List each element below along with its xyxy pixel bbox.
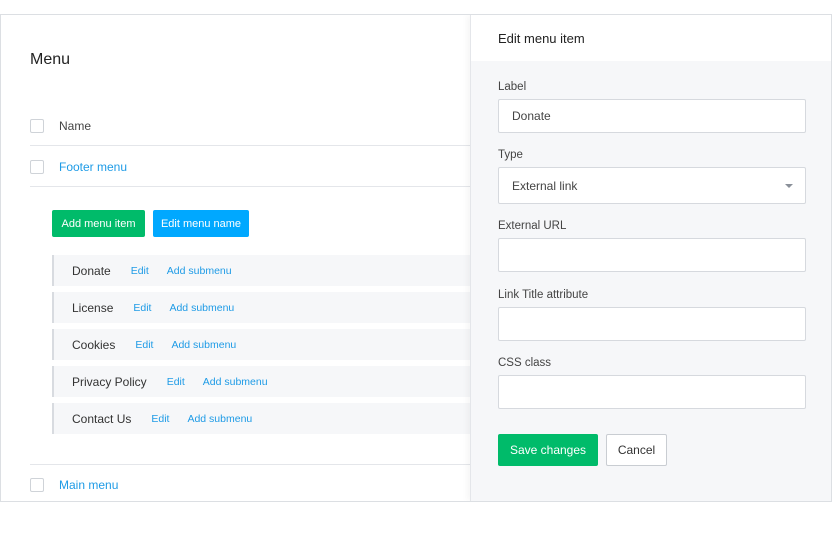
add-submenu-link[interactable]: Add submenu bbox=[187, 413, 252, 425]
link-title-field-label: Link Title attribute bbox=[498, 289, 589, 301]
save-changes-button[interactable]: Save changes bbox=[498, 434, 598, 466]
edit-link[interactable]: Edit bbox=[133, 302, 151, 314]
edit-link[interactable]: Edit bbox=[135, 339, 153, 351]
main-menu-checkbox[interactable] bbox=[30, 477, 44, 492]
list-item: Privacy Policy Edit Add submenu bbox=[52, 366, 471, 397]
add-submenu-link[interactable]: Add submenu bbox=[171, 339, 236, 351]
link-title-input[interactable] bbox=[498, 307, 806, 341]
edit-menu-item-panel: Edit menu item Label Donate Type Externa… bbox=[470, 15, 831, 501]
select-all-checkbox[interactable] bbox=[30, 118, 44, 133]
chevron-down-icon bbox=[785, 184, 793, 188]
list-item: Cookies Edit Add submenu bbox=[52, 329, 471, 360]
external-url-input[interactable] bbox=[498, 238, 806, 272]
menu-item-name: Cookies bbox=[72, 337, 116, 352]
page-title: Menu bbox=[30, 51, 71, 68]
css-class-input[interactable] bbox=[498, 375, 806, 409]
type-select-value: External link bbox=[512, 178, 578, 193]
edit-menu-name-button[interactable]: Edit menu name bbox=[153, 210, 249, 237]
menu-item-name: License bbox=[72, 300, 114, 315]
name-column-header: Name bbox=[59, 118, 92, 133]
add-submenu-link[interactable]: Add submenu bbox=[167, 265, 232, 277]
list-item: Contact Us Edit Add submenu bbox=[52, 403, 471, 434]
footer-menu-checkbox[interactable] bbox=[30, 159, 44, 174]
css-class-field-label: CSS class bbox=[498, 357, 552, 369]
menu-row-footer: Footer menu bbox=[30, 147, 471, 187]
menu-editor-frame: Menu Name Footer menu Add menu item Edit… bbox=[0, 14, 832, 502]
menu-item-name: Privacy Policy bbox=[72, 374, 147, 389]
menu-item-name: Donate bbox=[72, 263, 111, 278]
type-field-label: Type bbox=[498, 149, 523, 161]
edit-link[interactable]: Edit bbox=[151, 413, 169, 425]
menu-list-area: Menu Name Footer menu Add menu item Edit… bbox=[1, 15, 471, 501]
list-item: Donate Edit Add submenu bbox=[52, 255, 471, 286]
menu-row-main: Main menu bbox=[30, 464, 471, 501]
footer-menu-link[interactable]: Footer menu bbox=[59, 160, 127, 174]
edit-link[interactable]: Edit bbox=[167, 376, 185, 388]
panel-title: Edit menu item bbox=[471, 15, 831, 61]
add-submenu-link[interactable]: Add submenu bbox=[169, 302, 234, 314]
table-header: Name bbox=[30, 106, 471, 146]
external-url-field-label: External URL bbox=[498, 220, 567, 232]
label-input[interactable]: Donate bbox=[498, 99, 806, 133]
menu-item-name: Contact Us bbox=[72, 411, 132, 426]
main-menu-link[interactable]: Main menu bbox=[59, 478, 118, 492]
edit-link[interactable]: Edit bbox=[131, 265, 149, 277]
list-item: License Edit Add submenu bbox=[52, 292, 471, 323]
menu-items-list: Donate Edit Add submenu License Edit Add… bbox=[52, 255, 471, 440]
cancel-button[interactable]: Cancel bbox=[606, 434, 667, 466]
label-field-label: Label bbox=[498, 81, 527, 93]
add-submenu-link[interactable]: Add submenu bbox=[203, 376, 268, 388]
add-menu-item-button[interactable]: Add menu item bbox=[52, 210, 145, 237]
type-select[interactable]: External link bbox=[498, 167, 806, 204]
